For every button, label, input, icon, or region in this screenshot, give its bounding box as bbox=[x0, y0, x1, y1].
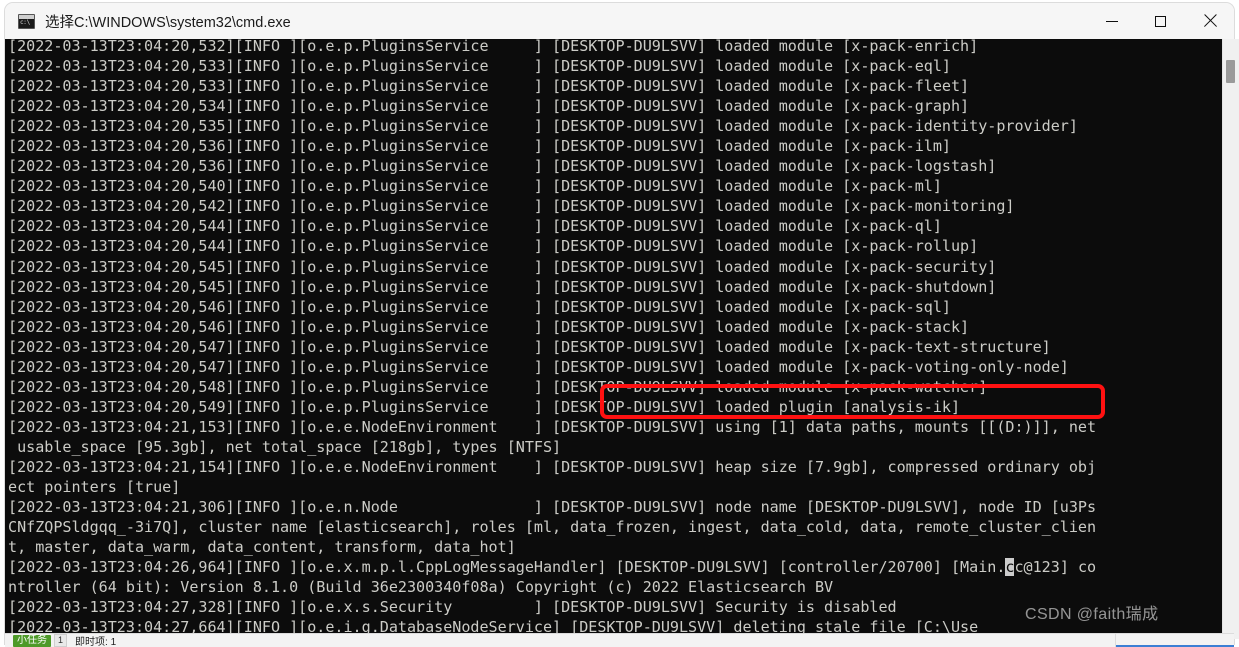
console-line: [2022-03-13T23:04:20,533][INFO ][o.e.p.P… bbox=[8, 57, 951, 76]
console-line: ect pointers [true] bbox=[8, 478, 181, 497]
status-badge: 小任务 bbox=[13, 634, 51, 647]
console-line: [2022-03-13T23:04:20,544][INFO ][o.e.p.P… bbox=[8, 217, 942, 236]
console-line: [2022-03-13T23:04:20,547][INFO ][o.e.p.P… bbox=[8, 337, 1051, 356]
console-line: [2022-03-13T23:04:20,533][INFO ][o.e.p.P… bbox=[8, 77, 970, 96]
console-line: [2022-03-13T23:04:20,544][INFO ][o.e.p.P… bbox=[8, 237, 979, 256]
console-line: [2022-03-13T23:04:20,546][INFO ][o.e.p.P… bbox=[8, 317, 970, 336]
status-count: 1 bbox=[54, 634, 68, 647]
console-line: [2022-03-13T23:04:20,548][INFO ][o.e.p.P… bbox=[8, 377, 988, 396]
console-line: [2022-03-13T23:04:20,546][INFO ][o.e.p.P… bbox=[8, 297, 951, 316]
console-line: [2022-03-13T23:04:21,153][INFO ][o.e.e.N… bbox=[8, 417, 1097, 436]
cmd-window: 选择C:\WINDOWS\system32\cmd.exe [2022-03-1… bbox=[0, 0, 1239, 647]
maximize-icon bbox=[1155, 15, 1166, 27]
window-controls bbox=[1087, 3, 1234, 39]
minimize-button[interactable] bbox=[1087, 3, 1136, 39]
console-line: [2022-03-13T23:04:21,306][INFO ][o.e.n.N… bbox=[8, 498, 1097, 517]
console-line: [2022-03-13T23:04:20,542][INFO ][o.e.p.P… bbox=[8, 197, 1015, 216]
console-line: [2022-03-13T23:04:21,154][INFO ][o.e.e.N… bbox=[8, 457, 1097, 476]
console-line: [2022-03-13T23:04:20,540][INFO ][o.e.p.P… bbox=[8, 177, 942, 196]
bottom-status-strip: 小任务 1 即时项: 1 bbox=[5, 633, 1234, 647]
console-line: [2022-03-13T23:04:20,536][INFO ][o.e.p.P… bbox=[8, 157, 997, 176]
console-line: [2022-03-13T23:04:20,535][INFO ][o.e.p.P… bbox=[8, 117, 1078, 136]
console-line: [2022-03-13T23:04:26,964][INFO ][o.e.x.m… bbox=[8, 558, 1097, 577]
console-line: [2022-03-13T23:04:20,545][INFO ][o.e.p.P… bbox=[8, 277, 997, 296]
console-line: [2022-03-13T23:04:20,536][INFO ][o.e.p.P… bbox=[8, 137, 951, 156]
close-icon bbox=[1203, 14, 1217, 28]
console-line: ntroller (64 bit): Version 8.1.0 (Build … bbox=[8, 578, 834, 597]
console-line: usable_space [95.3gb], net total_space [… bbox=[8, 437, 562, 456]
console-line: [2022-03-13T23:04:20,532][INFO ][o.e.p.P… bbox=[8, 39, 979, 55]
cmd-icon bbox=[18, 13, 35, 29]
window-title: 选择C:\WINDOWS\system32\cmd.exe bbox=[45, 14, 291, 31]
title-bar-left: 选择C:\WINDOWS\system32\cmd.exe bbox=[5, 11, 1087, 32]
bottom-accent-bar bbox=[1115, 634, 1234, 647]
text-cursor: c bbox=[1005, 558, 1015, 577]
scrollbar-thumb[interactable] bbox=[1226, 60, 1235, 83]
console-line: [2022-03-13T23:04:20,534][INFO ][o.e.p.P… bbox=[8, 97, 970, 116]
console-line: [2022-03-13T23:04:20,547][INFO ][o.e.p.P… bbox=[8, 357, 1069, 376]
console-scrollbar[interactable] bbox=[1222, 39, 1239, 639]
console-line: [2022-03-13T23:04:20,549][INFO ][o.e.p.P… bbox=[8, 397, 961, 416]
title-bar[interactable]: 选择C:\WINDOWS\system32\cmd.exe bbox=[5, 3, 1234, 39]
console-line: t, master, data_warm, data_content, tran… bbox=[8, 538, 516, 557]
minimize-icon bbox=[1105, 20, 1118, 22]
console-line: [2022-03-13T23:04:27,328][INFO ][o.e.x.s… bbox=[8, 598, 897, 617]
close-button[interactable] bbox=[1185, 3, 1234, 39]
maximize-button[interactable] bbox=[1136, 3, 1185, 39]
console-output-area[interactable]: [2022-03-13T23:04:20,532][INFO ][o.e.p.P… bbox=[5, 39, 1234, 639]
console-line: CNfZQPSldgqq_-3i7Q], cluster name [elast… bbox=[8, 518, 1097, 537]
console-log-lines: [2022-03-13T23:04:20,532][INFO ][o.e.p.P… bbox=[8, 39, 1213, 637]
status-items-label: 即时项: 1 bbox=[75, 637, 117, 647]
console-line: [2022-03-13T23:04:20,545][INFO ][o.e.p.P… bbox=[8, 257, 997, 276]
